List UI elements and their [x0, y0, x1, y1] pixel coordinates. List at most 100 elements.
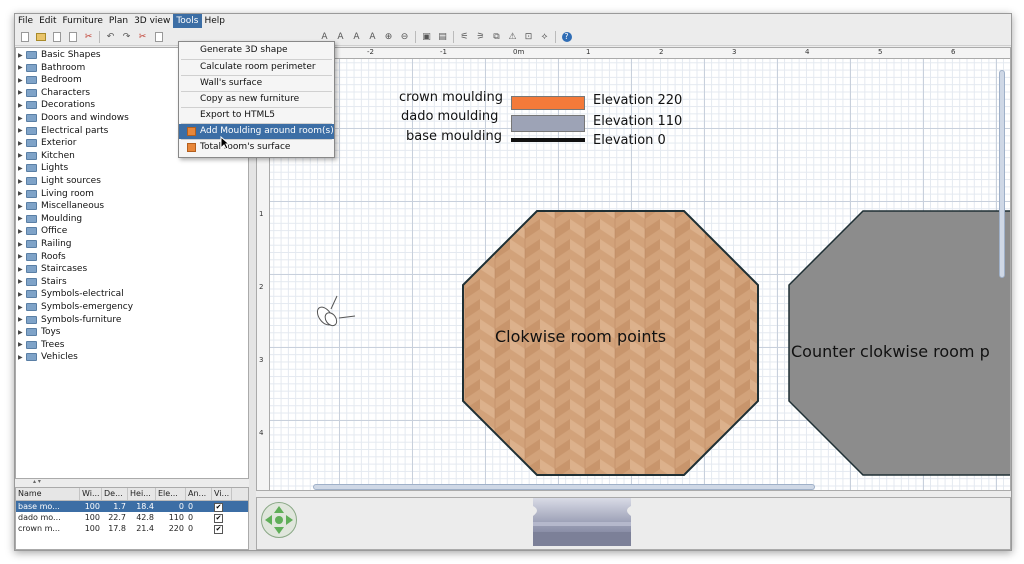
menu-item-walls-surface[interactable]: Wall's surface: [179, 76, 334, 91]
catalog-category[interactable]: ▶ Lights: [18, 162, 68, 174]
visible-checkbox[interactable]: ✔: [214, 525, 223, 534]
video-icon[interactable]: ▤: [437, 32, 448, 43]
column-header-visible[interactable]: Vi...: [212, 488, 232, 500]
save-icon[interactable]: [51, 32, 62, 43]
expand-arrow-icon[interactable]: ▶: [18, 253, 26, 260]
expand-arrow-icon[interactable]: ▶: [18, 140, 26, 147]
reduce-text-icon[interactable]: A: [351, 32, 362, 43]
catalog-category[interactable]: ▶ Symbols-furniture: [18, 314, 121, 326]
save-as-icon[interactable]: [67, 32, 78, 43]
plugin-tool-3-icon[interactable]: ⧉: [491, 32, 502, 43]
column-header-elevation[interactable]: Ele...: [156, 488, 186, 500]
catalog-category[interactable]: ▶ Light sources: [18, 175, 101, 187]
catalog-category[interactable]: ▶ Doors and windows: [18, 112, 129, 124]
expand-arrow-icon[interactable]: ▶: [18, 241, 26, 248]
catalog-category[interactable]: ▶ Symbols-electrical: [18, 288, 124, 300]
menu-3d-view[interactable]: 3D view: [131, 14, 173, 28]
catalog-category[interactable]: ▶ Trees: [18, 339, 64, 351]
catalog-category[interactable]: ▶ Symbols-emergency: [18, 301, 133, 313]
plugin-tool-1-icon[interactable]: ⚟: [459, 32, 470, 43]
plugin-tool-2-icon[interactable]: ⚞: [475, 32, 486, 43]
expand-arrow-icon[interactable]: ▶: [18, 203, 26, 210]
plan-vertical-scrollbar[interactable]: [998, 58, 1006, 483]
catalog-category[interactable]: ▶ Staircases: [18, 263, 87, 275]
expand-arrow-icon[interactable]: ▶: [18, 178, 26, 185]
column-header-name[interactable]: Name: [16, 488, 80, 500]
column-header-angle[interactable]: An...: [186, 488, 212, 500]
catalog-category[interactable]: ▶ Moulding: [18, 213, 82, 225]
expand-arrow-icon[interactable]: ▶: [18, 304, 26, 311]
expand-arrow-icon[interactable]: ▶: [18, 354, 26, 361]
menu-item-copy-as-new-furniture[interactable]: Copy as new furniture: [179, 92, 334, 107]
column-header-depth[interactable]: De...: [102, 488, 128, 500]
copy-icon[interactable]: [153, 32, 164, 43]
table-row[interactable]: crown m... 100 17.8 21.4 220 0 ✔: [16, 523, 248, 534]
expand-arrow-icon[interactable]: ▶: [18, 341, 26, 348]
expand-arrow-icon[interactable]: ▶: [18, 329, 26, 336]
menu-file[interactable]: File: [15, 14, 36, 28]
menu-item-calculate-room-perimeter[interactable]: Calculate room perimeter: [179, 60, 334, 75]
plugin-tool-5-icon[interactable]: ⊡: [523, 32, 534, 43]
visible-checkbox[interactable]: ✔: [214, 503, 223, 512]
catalog-category[interactable]: ▶ Bedroom: [18, 74, 82, 86]
expand-arrow-icon[interactable]: ▶: [18, 215, 26, 222]
plugin-tool-6-icon[interactable]: ⟡: [539, 32, 550, 43]
expand-arrow-icon[interactable]: ▶: [18, 127, 26, 134]
cut-icon[interactable]: ✂: [137, 32, 148, 43]
catalog-category[interactable]: ▶ Bathroom: [18, 62, 85, 74]
table-row[interactable]: dado mo... 100 22.7 42.8 110 0 ✔: [16, 512, 248, 523]
zoom-out-icon[interactable]: ⊖: [399, 32, 410, 43]
catalog-category[interactable]: ▶ Decorations: [18, 99, 95, 111]
expand-arrow-icon[interactable]: ▶: [18, 152, 26, 159]
enlarge-text-icon[interactable]: A: [335, 32, 346, 43]
navigation-arrows-icon[interactable]: [261, 502, 297, 538]
catalog-category[interactable]: ▶ Roofs: [18, 251, 66, 263]
scroll-thumb[interactable]: [999, 70, 1005, 278]
catalog-category[interactable]: ▶ Vehicles: [18, 351, 78, 363]
catalog-category[interactable]: ▶ Electrical parts: [18, 125, 108, 137]
menu-item-export-html5[interactable]: Export to HTML5: [179, 108, 334, 123]
menu-help[interactable]: Help: [202, 14, 229, 28]
expand-arrow-icon[interactable]: ▶: [18, 89, 26, 96]
new-home-icon[interactable]: [19, 32, 30, 43]
table-row[interactable]: base mo... 100 1.7 18.4 0 0 ✔: [16, 501, 248, 512]
menu-plan[interactable]: Plan: [106, 14, 131, 28]
menu-item-generate-3d-shape[interactable]: Generate 3D shape: [179, 43, 334, 58]
camera-icon[interactable]: ▣: [421, 32, 432, 43]
expand-arrow-icon[interactable]: ▶: [18, 115, 26, 122]
catalog-category[interactable]: ▶ Toys: [18, 326, 61, 338]
menu-edit[interactable]: Edit: [36, 14, 59, 28]
expand-arrow-icon[interactable]: ▶: [18, 165, 26, 172]
catalog-category[interactable]: ▶ Basic Shapes: [18, 49, 101, 61]
expand-arrow-icon[interactable]: ▶: [18, 64, 26, 71]
expand-arrow-icon[interactable]: ▶: [18, 190, 26, 197]
catalog-category[interactable]: ▶ Miscellaneous: [18, 200, 104, 212]
catalog-category[interactable]: ▶ Railing: [18, 238, 72, 250]
expand-arrow-icon[interactable]: ▶: [18, 77, 26, 84]
expand-arrow-icon[interactable]: ▶: [18, 266, 26, 273]
catalog-category[interactable]: ▶ Exterior: [18, 137, 77, 149]
italic-text-icon[interactable]: A: [367, 32, 378, 43]
menu-tools[interactable]: Tools: [173, 14, 202, 28]
column-header-width[interactable]: Wi...: [80, 488, 102, 500]
menu-furniture[interactable]: Furniture: [60, 14, 106, 28]
scroll-thumb[interactable]: [313, 484, 815, 490]
help-icon[interactable]: [561, 32, 572, 43]
plan-horizontal-scrollbar[interactable]: [271, 483, 1006, 491]
expand-arrow-icon[interactable]: ▶: [18, 278, 26, 285]
catalog-category[interactable]: ▶ Living room: [18, 188, 94, 200]
expand-arrow-icon[interactable]: ▶: [18, 316, 26, 323]
open-icon[interactable]: [35, 32, 46, 43]
compass-icon[interactable]: [314, 295, 356, 328]
redo-icon[interactable]: ↷: [121, 32, 132, 43]
catalog-category[interactable]: ▶ Characters: [18, 87, 90, 99]
cut-tool-icon[interactable]: ✂: [83, 32, 94, 43]
catalog-category[interactable]: ▶ Office: [18, 225, 67, 237]
view-3d[interactable]: [256, 497, 1011, 550]
undo-icon[interactable]: ↶: [105, 32, 116, 43]
visible-checkbox[interactable]: ✔: [214, 514, 223, 523]
menu-item-total-rooms-surface[interactable]: Total room's surface: [179, 140, 334, 155]
catalog-category[interactable]: ▶ Stairs: [18, 276, 67, 288]
column-header-height[interactable]: Hei...: [128, 488, 156, 500]
zoom-in-icon[interactable]: ⊕: [383, 32, 394, 43]
